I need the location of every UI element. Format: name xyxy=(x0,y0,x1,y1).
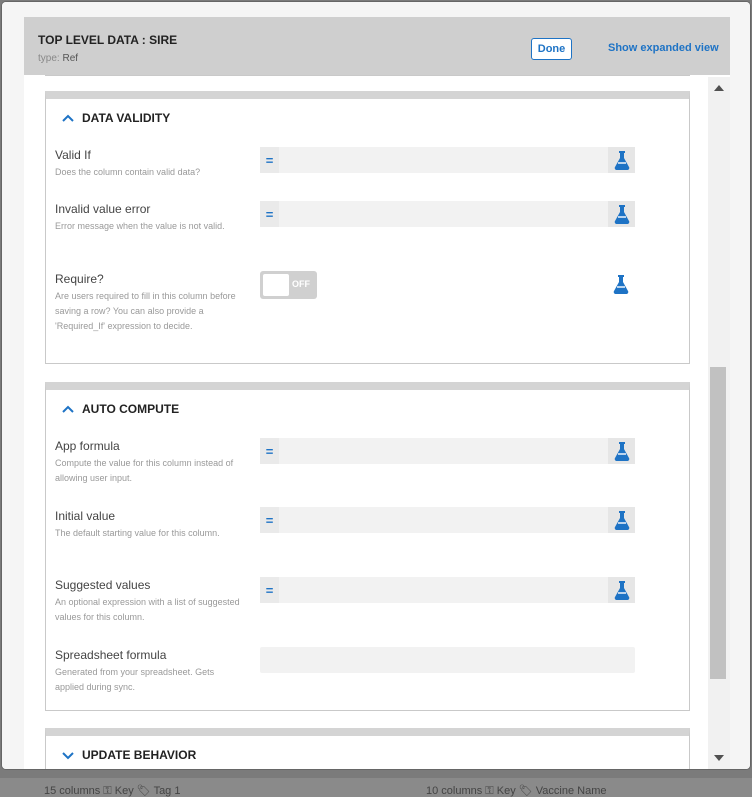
scroll-down-arrow-icon[interactable] xyxy=(708,749,730,767)
expression-assistant-flask-icon[interactable] xyxy=(608,507,635,533)
chevron-up-icon xyxy=(62,405,74,413)
invalid-error-label: Invalid value error xyxy=(55,202,151,216)
section-data-validity: DATA VALIDITY Valid If Does the column c… xyxy=(45,91,690,364)
suggested-values-input[interactable]: = xyxy=(260,577,635,603)
toggle-knob xyxy=(263,274,289,296)
scrollbar-thumb[interactable] xyxy=(710,367,726,679)
invalid-error-input[interactable]: = xyxy=(260,201,635,227)
valid-if-field: Valid If Does the column contain valid d… xyxy=(55,148,240,180)
spreadsheet-formula-field: Spreadsheet formula Generated from your … xyxy=(55,648,240,695)
app-formula-field: App formula Compute the value for this c… xyxy=(55,439,240,486)
dialog-header: TOP LEVEL DATA : SIRE type: Ref Done Sho… xyxy=(24,17,730,75)
dialog-body[interactable]: DATA VALIDITY Valid If Does the column c… xyxy=(24,75,730,769)
require-field: Require? Are users required to fill in t… xyxy=(55,272,240,334)
invalid-error-field: Invalid value error Error message when t… xyxy=(55,202,240,234)
app-formula-input[interactable]: = xyxy=(260,438,635,464)
require-help: Are users required to fill in this colum… xyxy=(55,291,236,331)
type-key: type: xyxy=(38,53,60,64)
type-value: Ref xyxy=(62,53,79,64)
suggested-values-help: An optional expression with a list of su… xyxy=(55,597,240,622)
toggle-state: OFF xyxy=(292,279,310,289)
spreadsheet-formula-help: Generated from your spreadsheet. Gets ap… xyxy=(55,667,215,692)
invalid-error-help: Error message when the value is not vali… xyxy=(55,221,225,231)
chevron-up-icon xyxy=(62,114,74,122)
initial-value-field: Initial value The default starting value… xyxy=(55,509,240,541)
backdrop-left-footer: 15 columns ⚿ Key 🏷 Tag 1 xyxy=(44,785,181,797)
require-toggle[interactable]: OFF xyxy=(260,271,317,299)
suggested-values-field: Suggested values An optional expression … xyxy=(55,578,240,625)
expression-equals-icon: = xyxy=(260,507,279,533)
section-update-behavior: UPDATE BEHAVIOR xyxy=(45,728,690,769)
valid-if-input[interactable]: = xyxy=(260,147,635,173)
chevron-down-icon xyxy=(62,752,74,760)
expression-equals-icon: = xyxy=(260,147,279,173)
expression-assistant-flask-icon[interactable] xyxy=(608,147,635,173)
update-behavior-title: UPDATE BEHAVIOR xyxy=(82,748,197,762)
expression-assistant-flask-icon[interactable] xyxy=(608,438,635,464)
show-expanded-view-link[interactable]: Show expanded view xyxy=(608,42,719,54)
suggested-values-label: Suggested values xyxy=(55,578,151,592)
spreadsheet-formula-input[interactable] xyxy=(260,647,635,673)
initial-value-label: Initial value xyxy=(55,509,116,523)
backdrop-footer: 15 columns ⚿ Key 🏷 Tag 1 10 columns ⚿ Ke… xyxy=(0,778,752,797)
scroll-up-arrow-icon[interactable] xyxy=(708,79,730,97)
spreadsheet-formula-label: Spreadsheet formula xyxy=(55,648,167,662)
data-validity-title: DATA VALIDITY xyxy=(82,111,171,125)
expression-assistant-flask-icon[interactable] xyxy=(608,201,635,227)
require-if-flask-icon[interactable] xyxy=(612,274,630,294)
expression-equals-icon: = xyxy=(260,577,279,603)
expression-equals-icon: = xyxy=(260,201,279,227)
initial-value-help: The default starting value for this colu… xyxy=(55,528,220,538)
dialog-title: TOP LEVEL DATA : SIRE xyxy=(38,33,178,47)
initial-value-input[interactable]: = xyxy=(260,507,635,533)
backdrop-right-footer: 10 columns ⚿ Key 🏷 Vaccine Name xyxy=(426,785,607,797)
app-formula-help: Compute the value for this column instea… xyxy=(55,458,234,483)
app-formula-label: App formula xyxy=(55,439,120,453)
done-button[interactable]: Done xyxy=(531,38,572,60)
valid-if-help: Does the column contain valid data? xyxy=(55,167,201,177)
require-label: Require? xyxy=(55,272,104,286)
section-auto-compute: AUTO COMPUTE App formula Compute the val… xyxy=(45,382,690,711)
auto-compute-title: AUTO COMPUTE xyxy=(82,402,180,416)
expression-assistant-flask-icon[interactable] xyxy=(608,577,635,603)
valid-if-label: Valid If xyxy=(55,148,91,162)
update-behavior-header[interactable]: UPDATE BEHAVIOR xyxy=(60,748,196,762)
data-validity-header[interactable]: DATA VALIDITY xyxy=(60,111,170,125)
dialog-scrollbar[interactable] xyxy=(708,77,730,769)
column-editor-dialog: TOP LEVEL DATA : SIRE type: Ref Done Sho… xyxy=(2,2,750,769)
expression-equals-icon: = xyxy=(260,438,279,464)
auto-compute-header[interactable]: AUTO COMPUTE xyxy=(60,402,179,416)
dialog-subtitle: type: Ref xyxy=(38,53,78,64)
